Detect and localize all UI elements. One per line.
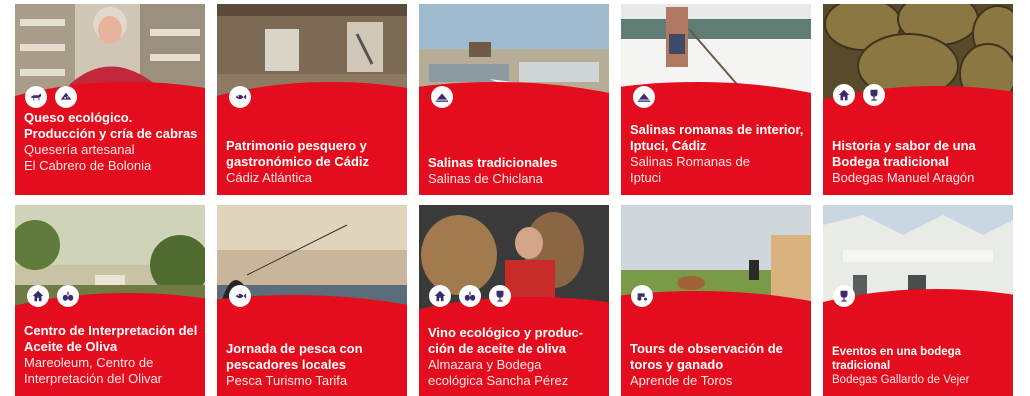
card-text: Patrimonio pesquero y gastronómico de Cá… [226, 138, 401, 186]
experience-card-vino-ecologico[interactable]: Vino ecológico y produc-ción de aceite d… [419, 205, 609, 396]
card-text: Centro de Interpretación del Aceite de O… [24, 323, 199, 387]
card-subtitle: Salinas Romanas de [630, 154, 750, 169]
experience-card-salinas-iptuci[interactable]: Salinas romanas de interior, Iptuci, Cád… [621, 4, 811, 195]
category-icons [431, 86, 453, 108]
experience-card-tours-toros[interactable]: Tours de observación de toros y ganado A… [621, 205, 811, 396]
salt-mound-icon [633, 86, 655, 108]
salt-mound-icon [431, 86, 453, 108]
wine-glass-icon [489, 285, 511, 307]
card-subtitle: Bodegas Gallardo de Vejer [832, 374, 970, 386]
house-icon [429, 285, 451, 307]
goat-icon [25, 86, 47, 108]
olive-icon [57, 285, 79, 307]
card-subtitle: Almazara y Bodega [428, 357, 542, 372]
experience-card-salinas-chiclana[interactable]: Salinas tradicionales Salinas de Chiclan… [419, 4, 609, 195]
wine-glass-icon [863, 84, 885, 106]
card-subtitle: Mareoleum, Centro de [24, 355, 154, 370]
card-title: Centro de Interpretación del Aceite de O… [24, 323, 198, 354]
card-title: Salinas tradicionales [428, 155, 558, 170]
house-icon [833, 84, 855, 106]
card-title: Vino ecológico y produc-ción de aceite d… [428, 325, 584, 356]
card-text: Salinas romanas de interior, Iptuci, Cád… [630, 122, 805, 186]
card-subtitle: Iptuci [630, 170, 662, 185]
card-title: Jornada de pesca con pescadores locales [226, 341, 363, 372]
category-icons [25, 86, 77, 108]
experience-card-patrimonio-pesquero[interactable]: Patrimonio pesquero y gastronómico de Cá… [217, 4, 407, 195]
card-text: Tours de observación de toros y ganado A… [630, 341, 805, 389]
fish-icon [229, 86, 251, 108]
tractor-icon [631, 285, 653, 307]
category-icons [27, 285, 79, 307]
category-icons [633, 86, 655, 108]
cheese-icon [55, 86, 77, 108]
experience-card-aceite-oliva[interactable]: Centro de Interpretación del Aceite de O… [15, 205, 205, 396]
category-icons [833, 285, 855, 307]
card-subtitle: Salinas de Chiclana [428, 171, 543, 186]
card-subtitle: Interpretación del Olivar [24, 371, 163, 386]
card-text: Jornada de pesca con pescadores locales … [226, 341, 401, 389]
card-title: Salinas romanas de interior, Iptuci, Cád… [630, 122, 804, 153]
card-title: Historia y sabor de una Bodega tradicion… [832, 138, 976, 169]
experience-card-eventos-bodega[interactable]: Eventos en una bodega tradicional Bodega… [823, 205, 1013, 396]
card-subtitle: Quesería artesanal [24, 142, 135, 157]
card-text: Historia y sabor de una Bodega tradicion… [832, 138, 1007, 186]
card-text: Salinas tradicionales Salinas de Chiclan… [428, 155, 603, 187]
card-text: Vino ecológico y produc-ción de aceite d… [428, 325, 603, 389]
fish-icon [229, 285, 251, 307]
card-text: Eventos en una bodega tradicional Bodega… [832, 345, 1007, 387]
card-subtitle: Cádiz Atlántica [226, 170, 312, 185]
experience-grid: Queso ecológico. Producción y cría de ca… [15, 4, 1013, 396]
card-text: Queso ecológico. Producción y cría de ca… [24, 110, 199, 174]
olive-icon [459, 285, 481, 307]
card-subtitle: ecológica Sancha Pérez [428, 373, 569, 388]
category-icons [229, 86, 251, 108]
card-title: Tours de observación de toros y ganado [630, 341, 783, 372]
card-title: Patrimonio pesquero y gastronómico de Cá… [226, 138, 370, 169]
card-title: Eventos en una bodega tradicional [832, 346, 962, 372]
experience-card-bodega-aragon[interactable]: Historia y sabor de una Bodega tradicion… [823, 4, 1013, 195]
card-subtitle: Pesca Turismo Tarifa [226, 373, 348, 388]
category-icons [833, 84, 885, 106]
category-icons [631, 285, 653, 307]
category-icons [229, 285, 251, 307]
experience-card-queso[interactable]: Queso ecológico. Producción y cría de ca… [15, 4, 205, 195]
wine-glass-icon [833, 285, 855, 307]
house-icon [27, 285, 49, 307]
experience-card-jornada-pesca[interactable]: Jornada de pesca con pescadores locales … [217, 205, 407, 396]
category-icons [429, 285, 511, 307]
card-subtitle: Aprende de Toros [630, 373, 733, 388]
card-subtitle: Bodegas Manuel Aragón [832, 170, 975, 185]
card-title: Queso ecológico. Producción y cría de ca… [24, 110, 198, 141]
card-subtitle: El Cabrero de Bolonia [24, 158, 152, 173]
